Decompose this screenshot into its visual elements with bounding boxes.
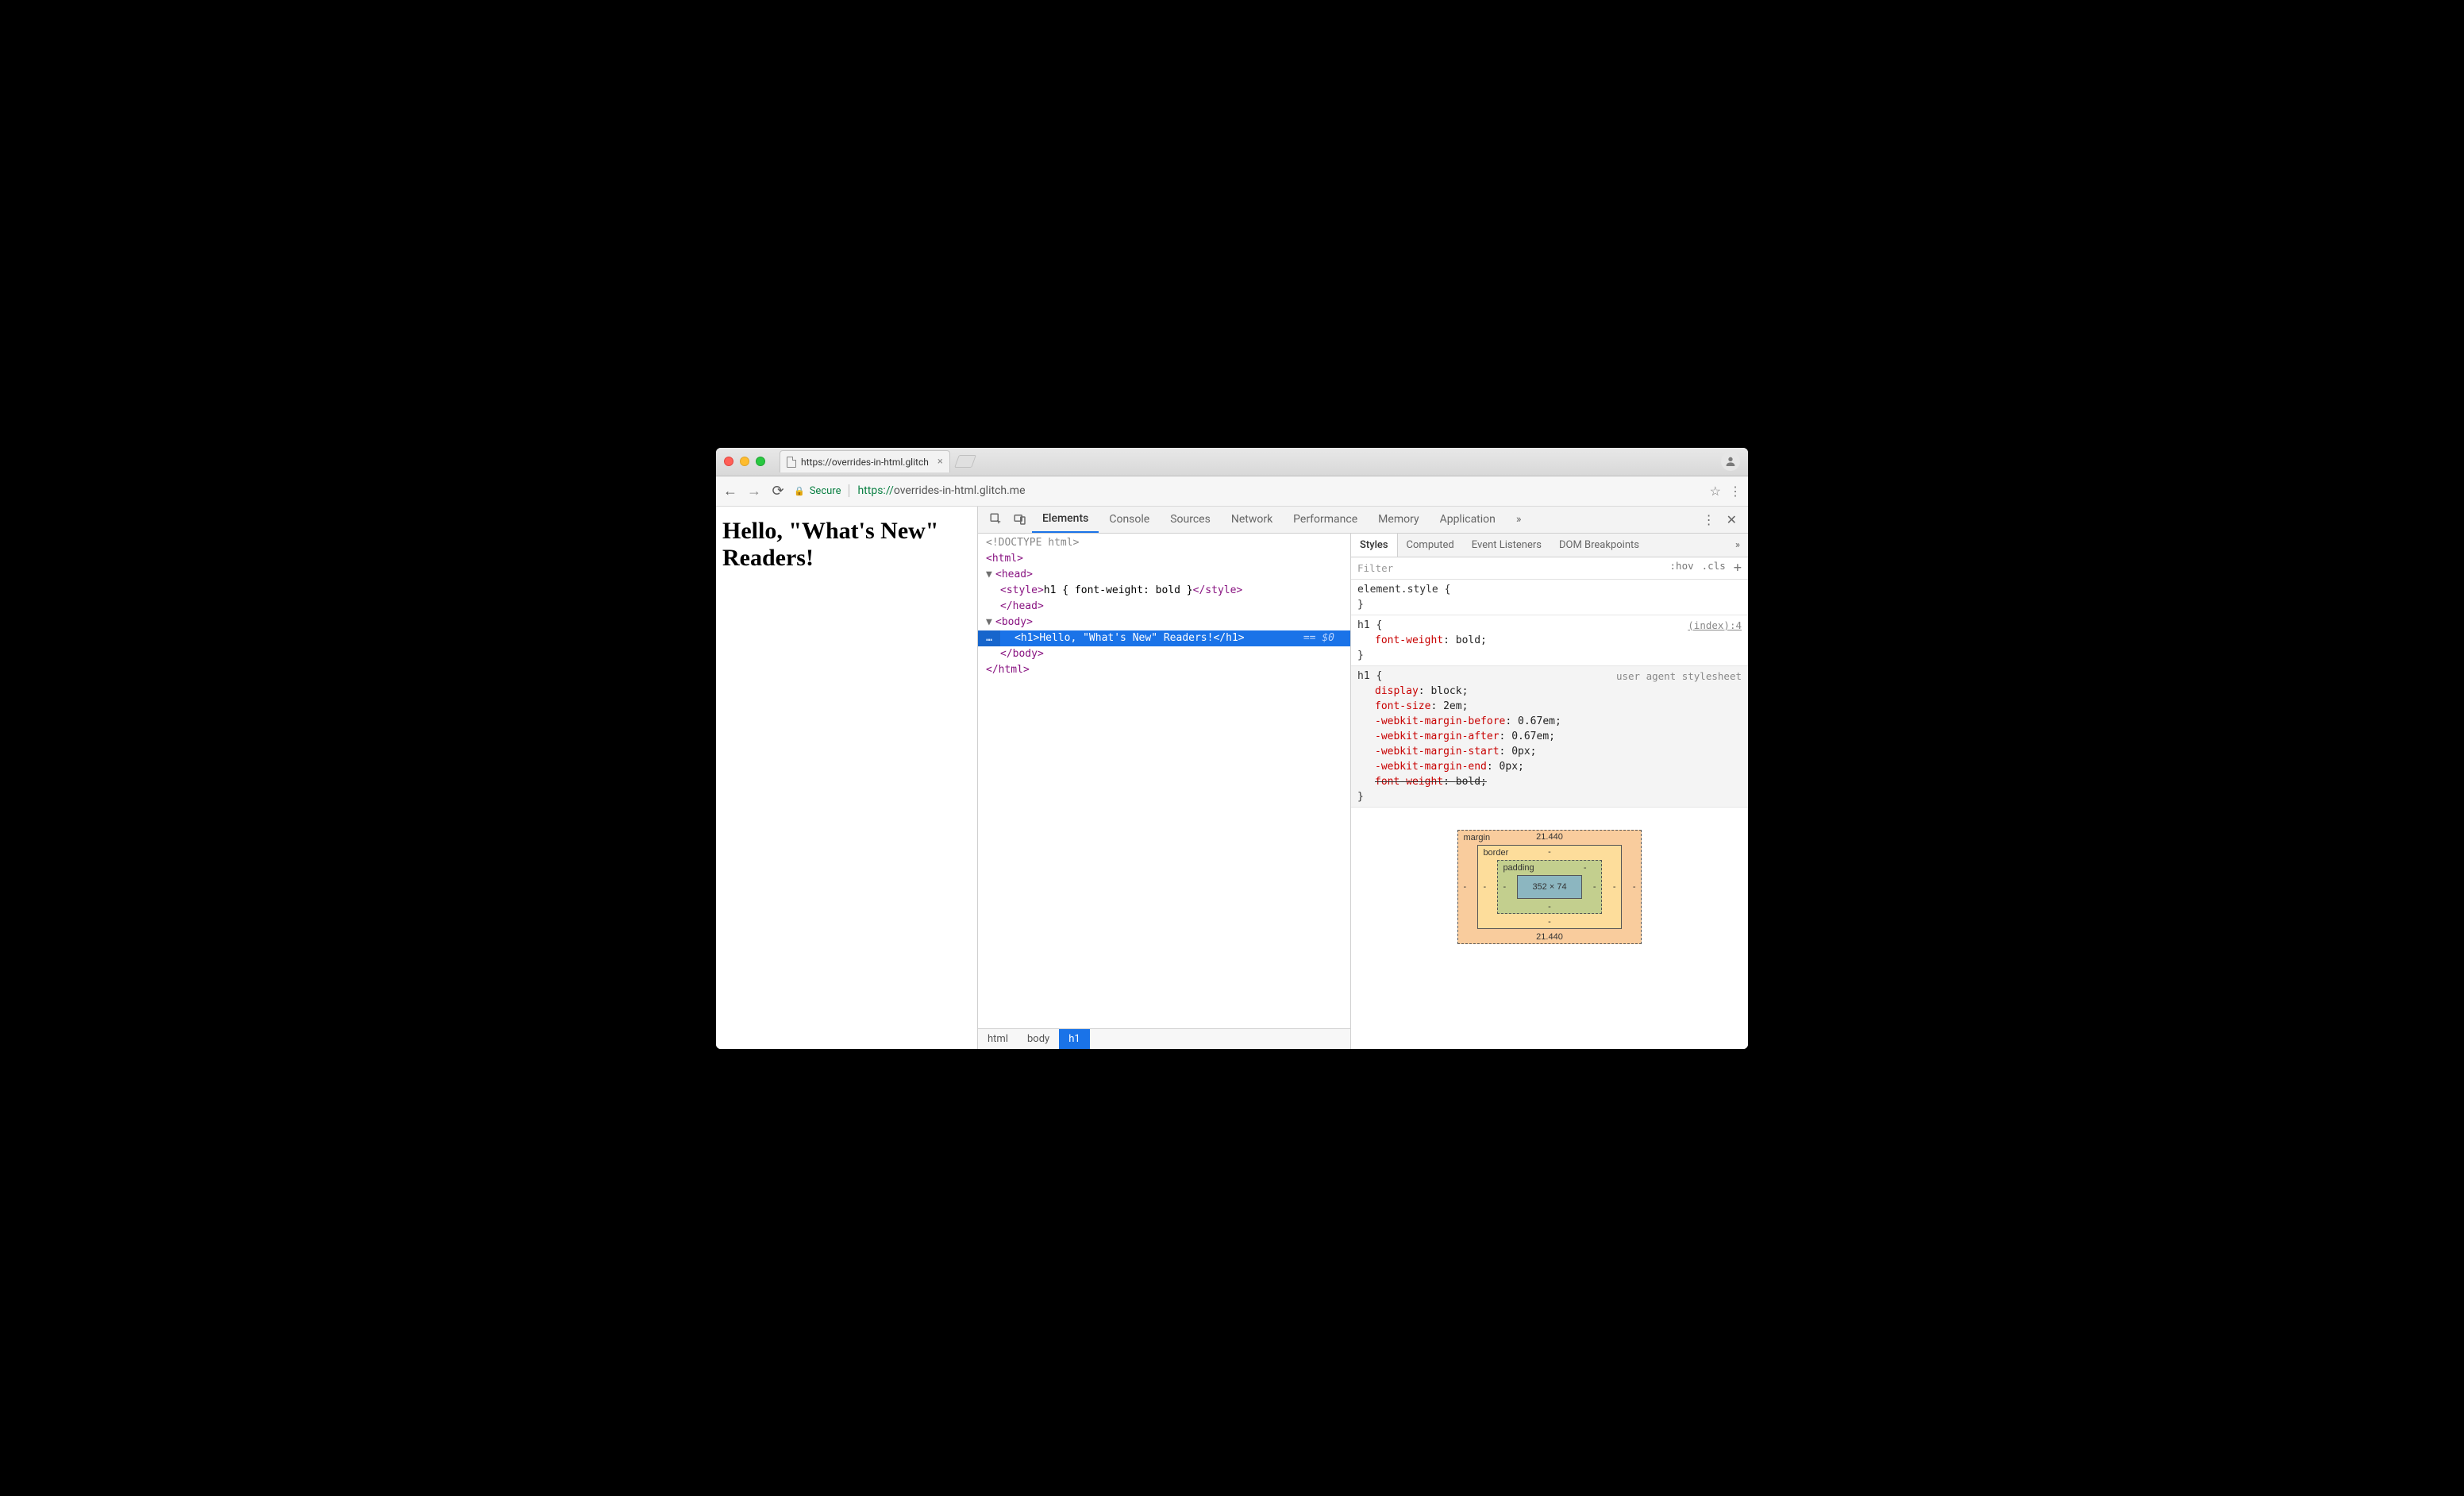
window-controls [724, 457, 765, 466]
selected-gutter: … [978, 630, 1000, 646]
styles-tabs: Styles Computed Event Listeners DOM Brea… [1351, 534, 1748, 557]
dom-line-head-close[interactable]: </head> [978, 599, 1350, 615]
cls-toggle[interactable]: .cls [1702, 560, 1726, 576]
dom-line-body-close[interactable]: </body> [978, 646, 1350, 662]
dom-line-style[interactable]: <style>h1 { font-weight: bold }</style> [978, 583, 1350, 599]
profile-avatar[interactable] [1721, 452, 1740, 471]
elements-dom-panel: <!DOCTYPE html> <html> ▼<head> <style>h1… [978, 534, 1351, 1049]
rule-h1-author[interactable]: (index):4 h1 { font-weight: bold; } [1351, 615, 1748, 666]
styles-filter-input[interactable]: Filter [1357, 562, 1662, 574]
secure-label: Secure [810, 485, 841, 497]
crumb-html[interactable]: html [978, 1029, 1018, 1049]
chrome-menu-icon[interactable]: ⋮ [1729, 484, 1742, 499]
maximize-window-button[interactable] [756, 457, 765, 466]
tab-computed[interactable]: Computed [1398, 534, 1463, 557]
devtools-body: <!DOCTYPE html> <html> ▼<head> <style>h1… [978, 534, 1748, 1049]
bookmark-star-icon[interactable]: ☆ [1710, 484, 1721, 499]
browser-tab[interactable]: https://overrides-in-html.glitch × [780, 450, 950, 472]
tab-elements[interactable]: Elements [1032, 507, 1099, 533]
dom-line-h1-selected[interactable]: … <h1>Hello, "What's New" Readers!</h1> … [978, 630, 1350, 646]
tab-memory[interactable]: Memory [1368, 507, 1429, 533]
box-padding[interactable]: padding - - - - 352 × 74 [1497, 860, 1601, 914]
new-tab-button[interactable] [954, 455, 976, 468]
crumb-body[interactable]: body [1018, 1029, 1059, 1049]
secure-indicator[interactable]: 🔒 Secure [794, 485, 841, 497]
devtools-tabs: Elements Console Sources Network Perform… [978, 507, 1748, 534]
tab-sources[interactable]: Sources [1160, 507, 1221, 533]
dom-line-html-close[interactable]: </html> [978, 662, 1350, 678]
rule-element-style[interactable]: element.style { } [1351, 580, 1748, 615]
style-rules: element.style { } (index):4 h1 { font-we… [1351, 580, 1748, 808]
url-host: overrides-in-html.glitch.me [894, 484, 1026, 497]
rule-h1-user-agent[interactable]: user agent stylesheet h1 { display: bloc… [1351, 666, 1748, 808]
device-toolbar-button[interactable] [1008, 507, 1032, 533]
back-button[interactable]: ← [722, 483, 738, 499]
forward-button[interactable]: → [746, 483, 762, 499]
address-bar: ← → ⟳ 🔒 Secure https://overrides-in-html… [716, 476, 1748, 507]
browser-window: https://overrides-in-html.glitch × ← → ⟳… [716, 448, 1748, 1049]
dom-line-doctype[interactable]: <!DOCTYPE html> [978, 535, 1350, 551]
devices-icon [1013, 512, 1027, 526]
inspect-element-button[interactable] [984, 507, 1008, 533]
box-content[interactable]: 352 × 74 [1517, 875, 1581, 899]
content-row: Hello, "What's New" Readers! Elements Co… [716, 507, 1748, 1049]
dom-breadcrumbs: html body h1 [978, 1028, 1350, 1049]
close-tab-icon[interactable]: × [937, 456, 943, 468]
tab-title: https://overrides-in-html.glitch [801, 457, 929, 468]
box-model: margin 21.440 21.440 - - border - - - [1351, 808, 1748, 1049]
dom-line-body-open[interactable]: ▼<body> [978, 615, 1350, 630]
box-border[interactable]: border - - - - padding - - [1477, 845, 1621, 929]
rule-source-link[interactable]: (index):4 [1688, 618, 1742, 633]
dom-line-head-open[interactable]: ▼<head> [978, 567, 1350, 583]
reload-button[interactable]: ⟳ [770, 483, 786, 499]
styles-tabs-overflow[interactable]: » [1727, 534, 1748, 557]
selected-annotation: == $0 [1303, 630, 1342, 646]
file-icon [787, 457, 796, 468]
page-viewport: Hello, "What's New" Readers! [716, 507, 978, 1049]
styles-filter-row: Filter :hov .cls + [1351, 557, 1748, 580]
rule-source-ua: user agent stylesheet [1616, 669, 1742, 684]
close-window-button[interactable] [724, 457, 733, 466]
devtools-menu-icon[interactable]: ⋮ [1703, 512, 1715, 527]
pointer-icon [989, 512, 1003, 526]
titlebar: https://overrides-in-html.glitch × [716, 448, 1748, 476]
devtools-panel: Elements Console Sources Network Perform… [978, 507, 1748, 1049]
url-protocol: https:// [857, 484, 893, 497]
page-heading: Hello, "What's New" Readers! [722, 518, 971, 573]
tab-styles[interactable]: Styles [1351, 534, 1398, 557]
tab-performance[interactable]: Performance [1283, 507, 1368, 533]
url-display[interactable]: https://overrides-in-html.glitch.me [857, 484, 1025, 497]
minimize-window-button[interactable] [740, 457, 749, 466]
lock-icon: 🔒 [794, 486, 805, 496]
tab-event-listeners[interactable]: Event Listeners [1463, 534, 1550, 557]
tab-network[interactable]: Network [1221, 507, 1283, 533]
tab-console[interactable]: Console [1099, 507, 1160, 533]
tab-application[interactable]: Application [1430, 507, 1506, 533]
tab-dom-breakpoints[interactable]: DOM Breakpoints [1550, 534, 1648, 557]
new-style-rule-button[interactable]: + [1734, 560, 1742, 576]
devtools-close-icon[interactable]: ✕ [1727, 512, 1737, 527]
dom-tree[interactable]: <!DOCTYPE html> <html> ▼<head> <style>h1… [978, 534, 1350, 1028]
crumb-h1[interactable]: h1 [1059, 1029, 1089, 1049]
person-icon [1724, 455, 1737, 468]
hov-toggle[interactable]: :hov [1670, 560, 1694, 576]
dom-line-html-open[interactable]: <html> [978, 551, 1350, 567]
tabs-overflow[interactable]: » [1506, 507, 1532, 533]
box-margin[interactable]: margin 21.440 21.440 - - border - - - [1457, 830, 1641, 944]
styles-panel: Styles Computed Event Listeners DOM Brea… [1351, 534, 1748, 1049]
